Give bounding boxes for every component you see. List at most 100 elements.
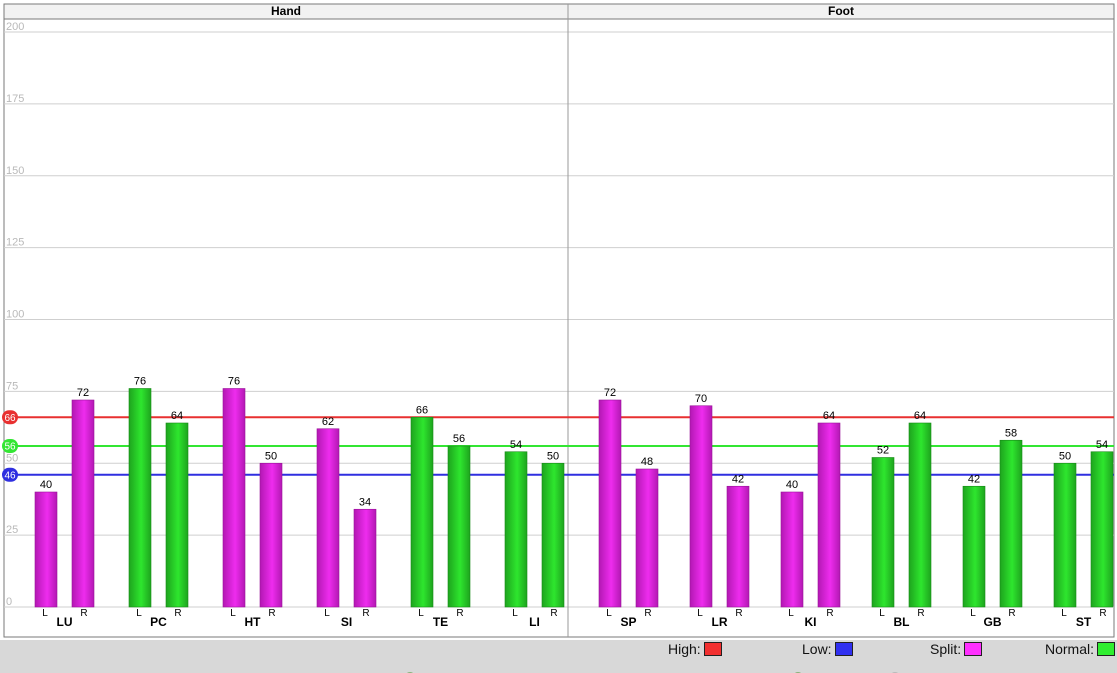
bar-gb-l[interactable] xyxy=(962,485,986,608)
bar-si-r[interactable] xyxy=(353,508,377,608)
bar-lr-l[interactable] xyxy=(689,405,713,608)
category-label-pc: PC xyxy=(150,615,167,629)
y-tick-label: 0 xyxy=(6,596,12,608)
side-label-r: R xyxy=(550,608,557,619)
category-label-ki: KI xyxy=(805,615,817,629)
bar-value-label: 76 xyxy=(134,376,146,388)
bar-value-label: 40 xyxy=(786,479,798,491)
bar-value-label: 52 xyxy=(877,445,889,457)
y-tick-label: 25 xyxy=(6,524,18,536)
side-label-l: L xyxy=(512,608,518,619)
y-tick-label: 100 xyxy=(6,309,24,321)
bar-te-l[interactable] xyxy=(410,416,434,608)
bar-te-r[interactable] xyxy=(447,445,471,608)
category-label-lu: LU xyxy=(57,615,73,629)
side-label-l: L xyxy=(697,608,703,619)
category-label-sp: SP xyxy=(620,615,636,629)
bar-value-label: 40 xyxy=(40,479,52,491)
bar-value-label: 50 xyxy=(1059,450,1071,462)
bar-value-label: 54 xyxy=(510,439,522,451)
bar-value-label: 70 xyxy=(695,393,707,405)
side-label-r: R xyxy=(1099,608,1106,619)
bar-value-label: 72 xyxy=(604,387,616,399)
bar-sp-l[interactable] xyxy=(598,399,622,608)
side-label-l: L xyxy=(788,608,794,619)
bar-value-label: 42 xyxy=(968,473,980,485)
bar-pc-l[interactable] xyxy=(128,388,152,608)
side-label-l: L xyxy=(970,608,976,619)
legend-label-split: Split: xyxy=(930,641,962,657)
bar-value-label: 50 xyxy=(547,450,559,462)
side-label-l: L xyxy=(136,608,142,619)
side-label-r: R xyxy=(268,608,275,619)
side-label-l: L xyxy=(418,608,424,619)
bar-value-label: 58 xyxy=(1005,427,1017,439)
reference-badge-label: 56 xyxy=(4,442,16,453)
side-label-r: R xyxy=(826,608,833,619)
bar-si-l[interactable] xyxy=(316,428,340,608)
side-label-l: L xyxy=(42,608,48,619)
bar-sp-r[interactable] xyxy=(635,468,659,608)
bar-gb-r[interactable] xyxy=(999,439,1023,608)
panel-title-foot: Foot xyxy=(828,4,854,18)
side-label-r: R xyxy=(80,608,87,619)
legend-item-low: Low: xyxy=(802,640,853,658)
side-label-l: L xyxy=(606,608,612,619)
bar-value-label: 72 xyxy=(77,387,89,399)
meridian-bar-chart: 0 25 50 75 100 125 150 175 200 Hand Foot 40 L 72 R LU 76… xyxy=(2,3,1115,638)
side-label-r: R xyxy=(917,608,924,619)
bar-lu-l[interactable] xyxy=(34,491,58,608)
bar-ht-l[interactable] xyxy=(222,388,246,608)
legend-swatch-high xyxy=(703,642,722,656)
bar-value-label: 48 xyxy=(641,456,653,468)
bar-ht-r[interactable] xyxy=(259,462,283,608)
side-label-l: L xyxy=(324,608,330,619)
chart-area: 0 25 50 75 100 125 150 175 200 Hand Foot 40 L 72 R LU 76… xyxy=(0,0,1117,640)
bar-value-label: 54 xyxy=(1096,439,1108,451)
bar-bl-l[interactable] xyxy=(871,457,895,608)
legend-swatch-low xyxy=(834,642,853,656)
reference-badge-label: 66 xyxy=(4,413,16,424)
category-label-si: SI xyxy=(341,615,352,629)
bar-value-label: 56 xyxy=(453,433,465,445)
bar-st-l[interactable] xyxy=(1053,462,1077,608)
toolbar-strip xyxy=(0,666,1117,673)
legend-item-split: Split: xyxy=(930,640,983,658)
bar-ki-r[interactable] xyxy=(817,422,841,608)
side-label-r: R xyxy=(735,608,742,619)
legend-item-high: High: xyxy=(668,640,722,658)
bar-lr-r[interactable] xyxy=(726,485,750,608)
bar-bl-r[interactable] xyxy=(908,422,932,608)
bar-value-label: 76 xyxy=(228,376,240,388)
category-label-st: ST xyxy=(1076,615,1092,629)
bar-li-r[interactable] xyxy=(541,462,565,608)
legend-item-normal: Normal: xyxy=(1045,640,1116,658)
y-tick-label: 200 xyxy=(6,21,24,33)
category-label-li: LI xyxy=(529,615,540,629)
y-tick-label: 125 xyxy=(6,237,24,249)
bar-lu-r[interactable] xyxy=(71,399,95,608)
bar-li-l[interactable] xyxy=(504,451,528,608)
bar-ki-l[interactable] xyxy=(780,491,804,608)
legend-label-normal: Normal: xyxy=(1045,641,1095,657)
bar-value-label: 50 xyxy=(265,450,277,462)
category-label-ht: HT xyxy=(245,615,262,629)
bar-value-label: 62 xyxy=(322,416,334,428)
side-label-r: R xyxy=(174,608,181,619)
category-label-bl: BL xyxy=(894,615,910,629)
bar-value-label: 64 xyxy=(823,410,835,422)
side-label-l: L xyxy=(230,608,236,619)
side-label-r: R xyxy=(1008,608,1015,619)
category-label-gb: GB xyxy=(984,615,1002,629)
y-tick-label: 75 xyxy=(6,380,18,392)
bar-st-r[interactable] xyxy=(1090,451,1114,608)
y-tick-label: 175 xyxy=(6,93,24,105)
bar-value-label: 42 xyxy=(732,473,744,485)
legend-label-low: Low: xyxy=(802,641,832,657)
reference-badge-label: 46 xyxy=(4,470,16,481)
bar-value-label: 34 xyxy=(359,496,371,508)
bar-pc-r[interactable] xyxy=(165,422,189,608)
bar-value-label: 64 xyxy=(914,410,926,422)
legend-label-high: High: xyxy=(668,641,701,657)
legend-swatch-normal xyxy=(1097,642,1116,656)
